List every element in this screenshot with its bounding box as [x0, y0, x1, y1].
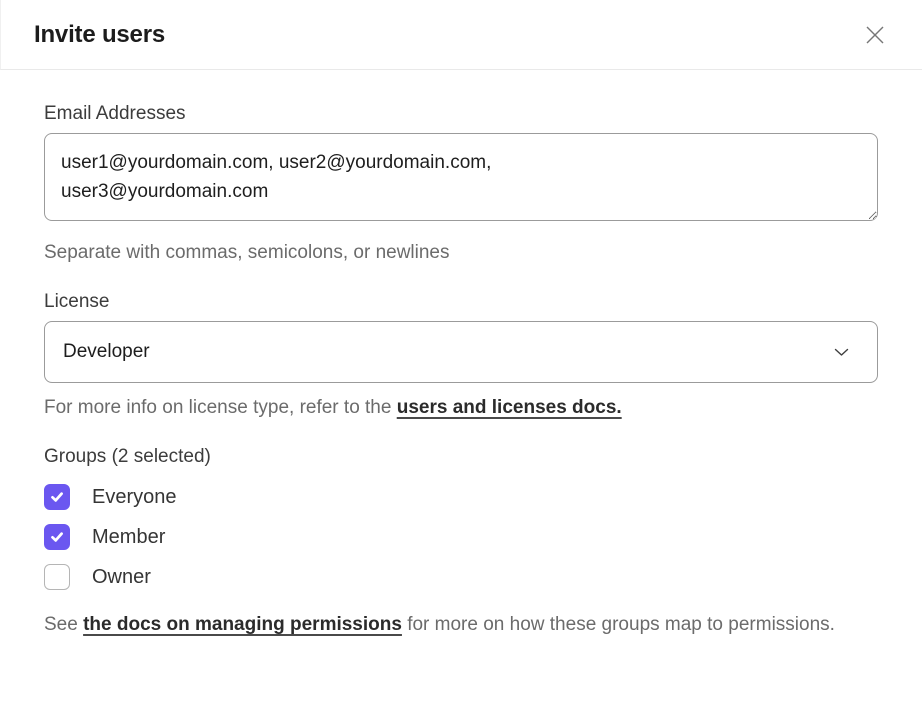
- groups-helper-suffix: for more on how these groups map to perm…: [402, 614, 835, 635]
- everyone-checkbox-label: Everyone: [92, 486, 177, 509]
- close-icon: [862, 22, 888, 48]
- modal-header: Invite users: [0, 0, 922, 70]
- group-option-member[interactable]: Member: [44, 522, 878, 552]
- groups-helper-text: See the docs on managing permissions for…: [44, 610, 878, 639]
- checkmark-icon: [49, 529, 65, 545]
- license-helper-text: For more info on license type, refer to …: [44, 393, 878, 422]
- modal-body: Email Addresses user1@yourdomain.com, us…: [0, 70, 922, 639]
- email-addresses-label: Email Addresses: [44, 103, 878, 125]
- managing-permissions-docs-link[interactable]: the docs on managing permissions: [83, 614, 402, 635]
- owner-checkbox-label: Owner: [92, 566, 151, 589]
- chevron-down-icon: [834, 348, 849, 357]
- group-option-everyone[interactable]: Everyone: [44, 482, 878, 512]
- member-checkbox[interactable]: [44, 524, 70, 550]
- email-addresses-field: Email Addresses user1@yourdomain.com, us…: [44, 103, 878, 267]
- license-field: License Developer For more info on licen…: [44, 291, 878, 422]
- groups-label: Groups (2 selected): [44, 446, 878, 468]
- invite-users-modal: Invite users Email Addresses user1@yourd…: [0, 0, 922, 714]
- group-option-owner[interactable]: Owner: [44, 562, 878, 592]
- users-and-licenses-docs-link[interactable]: users and licenses docs.: [397, 397, 622, 418]
- member-checkbox-label: Member: [92, 526, 165, 549]
- modal-title: Invite users: [34, 21, 165, 49]
- license-helper-prefix: For more info on license type, refer to …: [44, 397, 397, 418]
- license-label: License: [44, 291, 878, 313]
- close-button[interactable]: [858, 18, 892, 52]
- groups-helper-prefix: See: [44, 614, 83, 635]
- everyone-checkbox[interactable]: [44, 484, 70, 510]
- owner-checkbox[interactable]: [44, 564, 70, 590]
- groups-field: Groups (2 selected) Everyone Member: [44, 446, 878, 639]
- email-helper-text: Separate with commas, semicolons, or new…: [44, 238, 878, 267]
- license-selected-value: Developer: [63, 341, 150, 363]
- checkmark-icon: [49, 489, 65, 505]
- license-select[interactable]: Developer: [44, 321, 878, 383]
- email-addresses-input[interactable]: user1@yourdomain.com, user2@yourdomain.c…: [44, 133, 878, 221]
